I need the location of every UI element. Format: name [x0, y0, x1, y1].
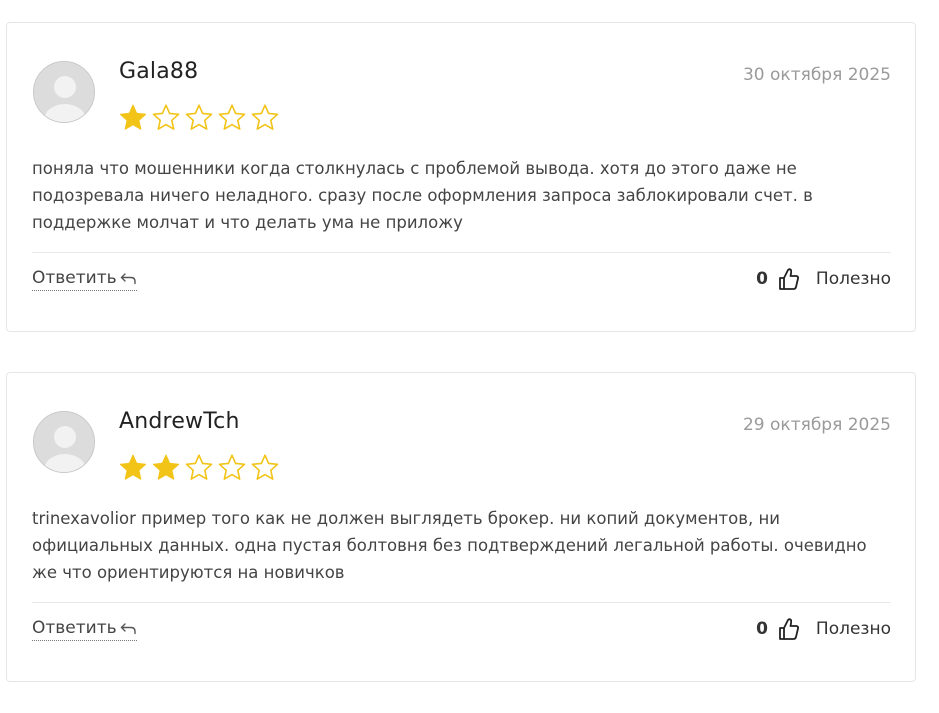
review-author: AndrewTch [119, 409, 240, 434]
reply-button[interactable]: Ответить [32, 618, 137, 641]
star-empty-icon [152, 104, 180, 130]
review-date: 30 октября 2025 [742, 65, 891, 85]
review-date: 29 октября 2025 [742, 415, 891, 435]
helpful-section: 0 Полезно [756, 267, 891, 291]
star-empty-icon [185, 104, 213, 130]
star-empty-icon [185, 454, 213, 480]
star-empty-icon [251, 104, 279, 130]
thumbs-up-icon[interactable] [778, 617, 800, 641]
review-card: Gala88 30 октября 2025 поняла что мошенн… [6, 22, 916, 332]
star-empty-icon [218, 454, 246, 480]
star-filled-icon [119, 454, 147, 480]
reply-label: Ответить [32, 618, 117, 638]
divider [32, 602, 891, 603]
review-card: AndrewTch 29 октября 2025 trinexavolior … [6, 372, 916, 682]
reply-arrow-icon [120, 623, 136, 635]
star-rating [118, 103, 280, 133]
helpful-count: 0 [756, 269, 768, 289]
helpful-section: 0 Полезно [756, 617, 891, 641]
star-empty-icon [218, 104, 246, 130]
thumbs-up-icon[interactable] [778, 267, 800, 291]
user-avatar-icon [33, 61, 95, 123]
star-filled-icon [152, 454, 180, 480]
user-avatar-icon [33, 411, 95, 473]
reply-button[interactable]: Ответить [32, 268, 137, 291]
star-filled-icon [119, 104, 147, 130]
star-empty-icon [251, 454, 279, 480]
review-author: Gala88 [119, 59, 199, 84]
helpful-button[interactable]: Полезно [816, 619, 891, 639]
review-text: trinexavolior пример того как не должен … [32, 509, 867, 582]
review-text: поняла что мошенники когда столкнулась с… [32, 159, 813, 232]
reply-label: Ответить [32, 268, 117, 288]
divider [32, 252, 891, 253]
helpful-count: 0 [756, 619, 768, 639]
helpful-button[interactable]: Полезно [816, 269, 891, 289]
reply-arrow-icon [120, 273, 136, 285]
star-rating [118, 453, 280, 483]
